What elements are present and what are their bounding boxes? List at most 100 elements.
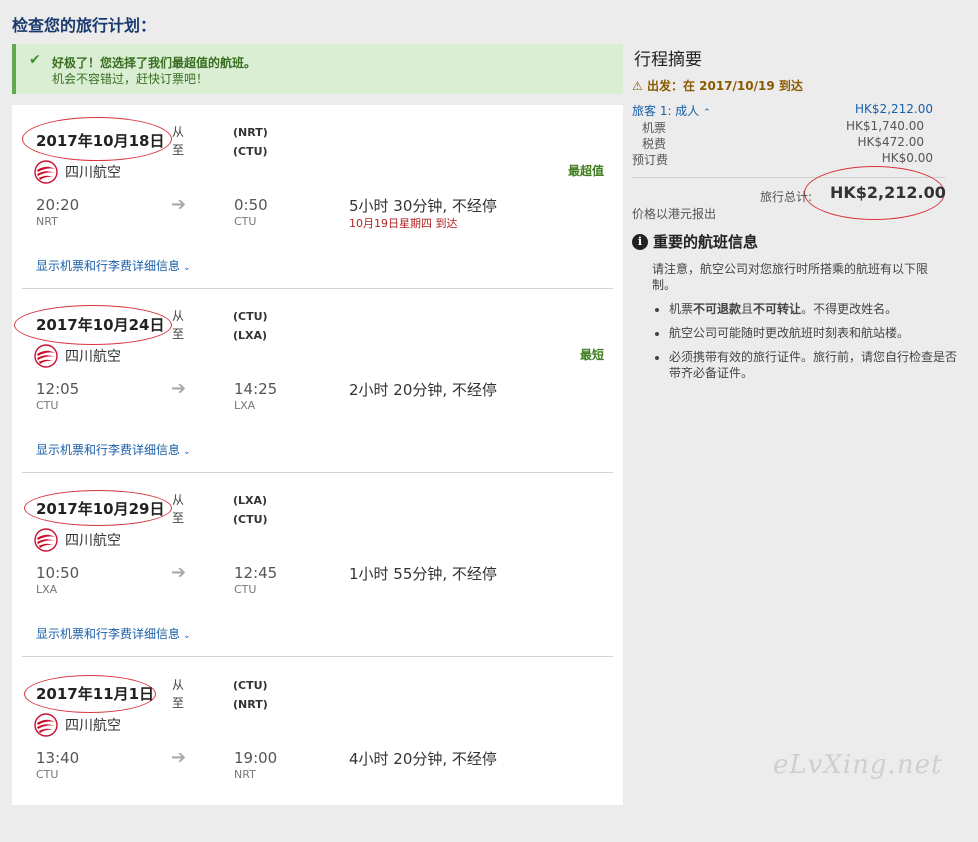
flight-duration: 1小时 55分钟, 不经停 [349, 565, 497, 583]
airline: 四川航空 [34, 528, 121, 552]
departure-airport: NRT [36, 215, 58, 228]
info-list: 机票不可退款且不可转让。不得更改姓名。 航空公司可能随时更改航班时刻表和航站楼。… [652, 301, 959, 389]
fee-label: 机票 [642, 121, 667, 135]
list-item: 机票不可退款且不可转让。不得更改姓名。 [669, 301, 959, 317]
currency-note: 价格以港元报出 [632, 207, 717, 221]
summary-title: 行程摘要 [634, 50, 702, 70]
departure-time: 13:40 [36, 749, 80, 767]
arrow-right-icon: ➔ [171, 378, 187, 399]
arrival-time: 12:45 [234, 564, 278, 582]
arrow-right-icon: ➔ [171, 747, 187, 768]
from-label: 从 [172, 309, 185, 323]
fee-row-booking: 预订费 HK$0.00 [632, 151, 933, 168]
total-label: 旅行总计: [760, 190, 813, 204]
origin-code: (CTU) [233, 310, 268, 323]
sichuan-airlines-logo-icon [34, 713, 58, 737]
from-label: 从 [172, 678, 185, 692]
destination-code: (LXA) [233, 329, 268, 342]
sichuan-airlines-logo-icon [34, 344, 58, 368]
arrival-airport: LXA [234, 399, 256, 412]
arrow-right-icon: ➔ [171, 194, 187, 215]
list-item: 必须携带有效的旅行证件。旅行前，请您自行检查是否带齐必备证件。 [669, 349, 959, 381]
divider [22, 656, 613, 657]
fee-row-tax: 税费 HK$472.00 [632, 135, 924, 152]
flight-date: 2017年10月18日 [36, 132, 165, 150]
arrival-airport: CTU [234, 583, 257, 596]
show-details-link[interactable]: 显示机票和行李费详细信息 ⌄ [36, 625, 191, 642]
info-heading: i 重要的航班信息 [632, 231, 758, 252]
airline-name: 四川航空 [65, 718, 121, 734]
chevron-down-icon: ⌄ [183, 263, 191, 273]
traveler-row[interactable]: 旅客 1: 成人 ⌃ HK$2,212.00 [632, 102, 933, 119]
traveler-amount: HK$2,212.00 [855, 102, 933, 116]
flight-segment: 2017年10月29日 从 至 (LXA) (CTU) 四川航空 10:50 L… [12, 473, 623, 657]
origin-code: (NRT) [233, 126, 268, 139]
info-icon: i [632, 233, 648, 250]
to-label: 至 [172, 327, 185, 341]
flight-date: 2017年10月29日 [36, 500, 165, 518]
airline-name: 四川航空 [65, 349, 121, 365]
flight-segment: 2017年11月1日 从 至 (CTU) (NRT) 四川航空 13:40 CT… [12, 658, 623, 842]
chevron-down-icon: ⌄ [183, 447, 191, 457]
flight-duration: 5小时 30分钟, 不经停 [349, 197, 497, 215]
alert-subtext: 机会不容错过，赶快订票吧！ [52, 72, 209, 86]
list-item: 航空公司可能随时更改航班时刻表和航站楼。 [669, 325, 959, 341]
chevron-up-icon[interactable]: ⌃ [703, 108, 711, 118]
arrival-airport: CTU [234, 215, 257, 228]
origin-code: (LXA) [233, 494, 268, 507]
departure-time: 10:50 [36, 564, 80, 582]
origin-code: (CTU) [233, 679, 268, 692]
fee-amount: HK$472.00 [857, 135, 924, 149]
arrival-airport: NRT [234, 768, 256, 781]
destination-code: (CTU) [233, 513, 268, 526]
sichuan-airlines-logo-icon [34, 528, 58, 552]
fee-label: 预订费 [632, 153, 669, 167]
destination-code: (NRT) [233, 698, 268, 711]
fee-amount: HK$1,740.00 [846, 119, 924, 133]
fee-label: 税费 [642, 137, 667, 151]
arrow-right-icon: ➔ [171, 562, 187, 583]
flight-tag: 最超值 [567, 164, 604, 178]
warning-icon: ⚠ [632, 79, 643, 93]
page-title: 检查您的旅行计划： [12, 16, 157, 35]
departure-airport: LXA [36, 583, 58, 596]
destination-code: (CTU) [233, 145, 268, 158]
fee-amount: HK$0.00 [881, 151, 933, 165]
total-amount: HK$2,212.00 [830, 183, 946, 202]
flight-date: 2017年10月24日 [36, 316, 165, 334]
airline: 四川航空 [34, 344, 121, 368]
airline-name: 四川航空 [65, 165, 121, 181]
chevron-down-icon: ⌄ [183, 631, 191, 641]
departure-time: 12:05 [36, 380, 80, 398]
watermark: eLvXing.net [773, 750, 943, 780]
departure-time: 20:20 [36, 196, 80, 214]
departure-warning: ⚠ 出发：在 2017/10/19 到达 [632, 79, 803, 93]
flight-duration: 2小时 20分钟, 不经停 [349, 381, 497, 399]
checkmark-icon: ✔ [29, 52, 41, 68]
departure-airport: CTU [36, 399, 59, 412]
to-label: 至 [172, 511, 185, 525]
sichuan-airlines-logo-icon [34, 160, 58, 184]
to-label: 至 [172, 143, 185, 157]
flight-list: 2017年10月18日 从 至 (NRT) (CTU) 四川航空 最超值 20:… [12, 105, 623, 805]
flight-segment: 2017年10月24日 从 至 (CTU) (LXA) 四川航空 最短 12:0… [12, 289, 623, 473]
flight-tag: 最短 [579, 348, 604, 362]
traveler-label[interactable]: 旅客 1: 成人 [632, 104, 699, 118]
show-details-link[interactable]: 显示机票和行李费详细信息 ⌄ [36, 257, 191, 274]
from-label: 从 [172, 493, 185, 507]
arrival-time: 0:50 [234, 196, 268, 214]
airline: 四川航空 [34, 713, 121, 737]
airline-name: 四川航空 [65, 533, 121, 549]
departure-airport: CTU [36, 768, 59, 781]
arrival-note: 10月19日星期四 到达 [349, 217, 458, 230]
flight-segment: 2017年10月18日 从 至 (NRT) (CTU) 四川航空 最超值 20:… [12, 105, 623, 289]
from-label: 从 [172, 125, 185, 139]
fee-row-ticket: 机票 HK$1,740.00 [632, 119, 924, 136]
arrival-time: 19:00 [234, 749, 278, 767]
flight-duration: 4小时 20分钟, 不经停 [349, 750, 497, 768]
arrival-time: 14:25 [234, 380, 278, 398]
alert-headline: 好极了！您选择了我们最超值的航班。 [52, 56, 257, 70]
to-label: 至 [172, 696, 185, 710]
success-alert: ✔ 好极了！您选择了我们最超值的航班。 机会不容错过，赶快订票吧！ [12, 44, 623, 94]
show-details-link[interactable]: 显示机票和行李费详细信息 ⌄ [36, 441, 191, 458]
